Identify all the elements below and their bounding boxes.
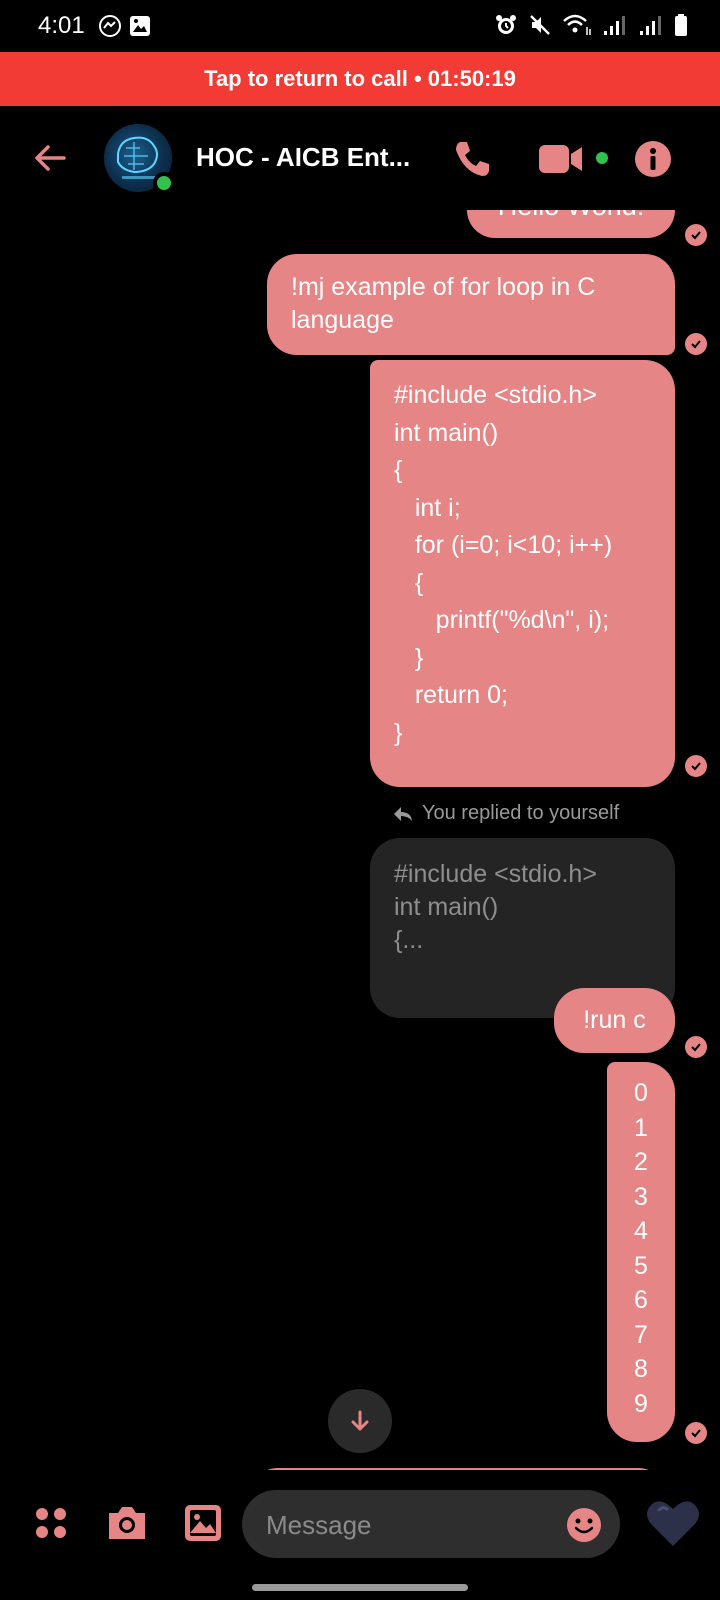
signal-icon-2 — [640, 16, 661, 35]
gallery-icon[interactable] — [183, 1503, 223, 1543]
emoji-icon[interactable] — [566, 1507, 602, 1543]
output-line: 8 — [634, 1355, 648, 1383]
preview-line: {... — [394, 926, 424, 954]
message-bubble-prompt[interactable]: !mj example of for loop in C language — [267, 254, 675, 355]
video-call-icon[interactable] — [538, 142, 588, 176]
output-line: 3 — [634, 1182, 648, 1211]
mute-icon — [530, 15, 550, 35]
code-line: return 0; — [394, 681, 508, 709]
heart-icon[interactable] — [645, 1498, 701, 1548]
output-line: 1 — [634, 1113, 648, 1142]
message-bubble-hello[interactable]: Hello World! — [467, 210, 675, 238]
back-arrow-icon[interactable] — [28, 136, 72, 180]
message-list: Hello World! !mj example of for loop in … — [0, 210, 720, 1470]
reply-label: You replied to yourself — [392, 802, 619, 825]
messenger-notification-icon — [99, 15, 121, 37]
code-line: { — [394, 568, 424, 597]
read-receipt-icon — [685, 1036, 707, 1058]
read-receipt-icon — [685, 755, 707, 777]
gallery-notification-icon — [130, 16, 150, 36]
code-line: int main() — [394, 418, 499, 447]
navigation-handle[interactable] — [252, 1584, 468, 1591]
reply-arrow-icon — [394, 806, 412, 821]
read-receipt-icon — [685, 224, 707, 246]
status-indicators — [494, 12, 688, 38]
code-line: #include <stdio.h> — [394, 381, 597, 409]
chat-title[interactable]: HOC - AICB Ent... — [196, 142, 410, 173]
code-line: { — [394, 456, 403, 484]
return-to-call-banner[interactable]: Tap to return to call • 01:50:19 — [0, 52, 720, 106]
alarm-icon — [496, 15, 516, 34]
code-line: } — [394, 643, 424, 672]
composer-bar: Message — [0, 1470, 720, 1600]
read-receipt-icon — [685, 333, 707, 355]
code-line: int i; — [394, 493, 461, 522]
chat-header: HOC - AICB Ent... — [0, 106, 720, 210]
message-bubble-code[interactable]: #include <stdio.h> int main() { int i; f… — [370, 360, 675, 787]
message-placeholder: Message — [266, 1510, 372, 1540]
call-banner-text: Tap to return to call • 01:50:19 — [204, 66, 516, 91]
online-status-dot — [153, 172, 175, 194]
call-active-dot — [596, 152, 608, 164]
output-line: 9 — [634, 1389, 648, 1418]
code-line: for (i=0; i<10; i++) — [394, 531, 613, 559]
message-text: !run c — [583, 1006, 646, 1034]
more-actions-icon[interactable] — [34, 1506, 68, 1540]
info-icon[interactable] — [634, 140, 672, 178]
signal-icon-1 — [604, 16, 625, 35]
read-receipt-icon — [685, 1422, 707, 1444]
code-line: } — [394, 718, 403, 747]
wifi-icon — [563, 14, 591, 35]
arrow-down-icon — [351, 1410, 369, 1431]
output-line: 7 — [634, 1320, 648, 1349]
output-line: 0 — [634, 1079, 648, 1107]
preview-line: #include <stdio.h> — [394, 860, 597, 888]
output-line: 2 — [634, 1148, 648, 1176]
code-line: printf("%d\n", i); — [394, 606, 610, 634]
output-line: 4 — [634, 1217, 648, 1245]
scroll-to-bottom-button[interactable] — [328, 1389, 392, 1453]
message-bubble-output[interactable]: 0 1 2 3 4 5 6 7 8 9 — [607, 1062, 675, 1442]
message-text: !mj example of for loop in C language — [291, 273, 596, 334]
audio-call-icon[interactable] — [450, 136, 494, 180]
status-bar: 4:01 — [0, 0, 720, 52]
camera-icon[interactable] — [105, 1503, 149, 1543]
message-text: Hello World! — [498, 210, 645, 221]
output-line: 5 — [634, 1251, 648, 1280]
reply-label-text: You replied to yourself — [422, 802, 620, 824]
preview-line: int main() — [394, 893, 499, 921]
battery-icon — [675, 14, 687, 36]
output-line: 6 — [634, 1286, 648, 1314]
message-bubble-run[interactable]: !run c — [554, 988, 675, 1053]
status-time: 4:01 — [38, 12, 85, 39]
